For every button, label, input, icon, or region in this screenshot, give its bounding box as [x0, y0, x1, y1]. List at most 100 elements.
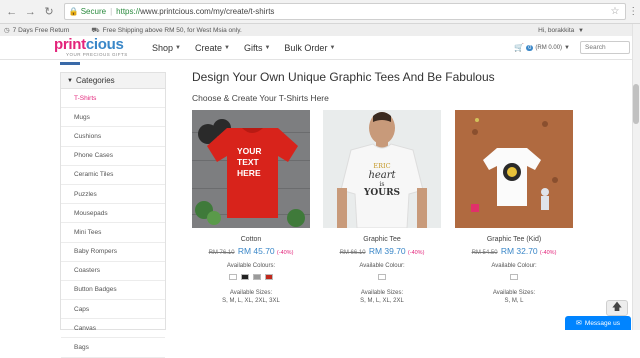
product-card[interactable]: Graphic Tee (Kid) RM 54.50 RM 32.70 (-40…: [455, 110, 573, 304]
page-scrollbar[interactable]: [632, 24, 640, 330]
nav-bulk-order[interactable]: Bulk Order ▼: [284, 43, 335, 53]
caret-down-icon: ▼: [67, 77, 73, 84]
product-card[interactable]: YOUR TEXT HERE Cotton RM 76.10 RM 45.70 …: [192, 110, 310, 304]
browser-menu-icon[interactable]: ⋮: [626, 6, 640, 17]
colour-swatch[interactable]: [241, 274, 249, 280]
product-image-cotton[interactable]: YOUR TEXT HERE: [192, 110, 310, 228]
truck-icon: ⛟: [91, 26, 100, 34]
chevron-down-icon: ▼: [264, 44, 271, 51]
nav-gifts-label: Gifts: [243, 42, 263, 53]
colour-swatch[interactable]: [229, 274, 237, 280]
search-placeholder: Search: [585, 44, 606, 51]
sidebar-item-mini-tees[interactable]: Mini Tees: [61, 223, 165, 243]
promo-bar: ◷ 7 Days Free Return ⛟ Free Shipping abo…: [0, 24, 640, 36]
bookmark-star-icon[interactable]: ☆: [610, 6, 619, 17]
product-image-kid-tee[interactable]: [455, 110, 573, 228]
free-shipping-notice: ⛟ Free Shipping above RM 50, for West Ms…: [91, 26, 241, 35]
colour-swatches: [323, 274, 441, 280]
sidebar-item-button-badges[interactable]: Button Badges: [61, 281, 165, 301]
kid-tee-flatlay-illustration: [471, 118, 558, 212]
sizes-label: Available Sizes:: [492, 290, 536, 296]
logo-part-cious: cious: [85, 35, 124, 53]
chevron-down-icon: ▼: [578, 27, 584, 34]
category-list: T-Shirts Mugs Cushions Phone Cases Ceramic T…: [61, 89, 165, 358]
colour-swatch[interactable]: [253, 274, 261, 280]
sidebar-item-mugs[interactable]: Mugs: [61, 108, 165, 128]
nav-gifts[interactable]: Gifts ▼: [244, 43, 270, 53]
free-return-text: 7 Days Free Return: [12, 26, 70, 34]
back-icon[interactable]: ←: [5, 5, 19, 19]
chevron-down-icon: ▼: [564, 44, 570, 51]
nav-bulk-order-label: Bulk Order: [284, 42, 328, 53]
printcious-logo[interactable]: printcious YOUR PRECIOUS GIFTS: [54, 36, 144, 59]
discount-badge: (-40%): [539, 250, 557, 256]
price-row: RM 54.50 RM 32.70 (-40%): [455, 246, 573, 256]
colour-swatch[interactable]: [378, 274, 386, 280]
scrollbar-thumb[interactable]: [633, 84, 639, 124]
categories-heading[interactable]: ▼ Categories: [61, 73, 165, 89]
plant-leaves: [287, 209, 305, 227]
chevron-down-icon: ▼: [224, 44, 230, 51]
secure-label: Secure: [80, 7, 107, 16]
cart-button[interactable]: 🛒 0 (RM 0.00) ▼: [514, 43, 570, 52]
graphic-line: heart: [368, 170, 396, 181]
colour-swatch[interactable]: [265, 274, 273, 280]
product-name[interactable]: Cotton: [192, 236, 310, 243]
colour-swatches: [192, 274, 310, 280]
chevron-down-icon: ▼: [175, 44, 181, 51]
sidebar-item-puzzles[interactable]: Puzzles: [61, 185, 165, 205]
sidebar-item-ceramic-tiles[interactable]: Ceramic Tiles: [61, 166, 165, 185]
sidebar-item-caps[interactable]: Caps: [61, 300, 165, 320]
nav-create[interactable]: Create ▼: [195, 43, 230, 53]
user-greeting-text: Hi, borakkita: [538, 26, 575, 34]
cart-icon: 🛒: [514, 43, 525, 52]
reload-icon[interactable]: ↻: [42, 5, 56, 19]
product-card[interactable]: ERIC heart is YOURS Graphic Tee RM 66.10…: [323, 110, 441, 304]
sidebar-item-phone-cases[interactable]: Phone Cases: [61, 147, 165, 166]
cork-texture: [542, 121, 548, 127]
sale-price: RM 32.70: [500, 246, 538, 256]
logo-tagline: YOUR PRECIOUS GIFTS: [66, 51, 128, 57]
forward-icon[interactable]: →: [24, 5, 38, 19]
messenger-chat-button[interactable]: ✉ Message us: [565, 316, 631, 330]
scroll-to-top-button[interactable]: 🡅: [606, 300, 628, 316]
plant-leaves: [207, 211, 221, 225]
logo-part-print: print: [54, 35, 86, 53]
cork-texture: [472, 129, 478, 135]
messenger-label: Message us: [584, 319, 620, 327]
url-separator: |: [110, 7, 113, 16]
colours-label: Available Colour:: [359, 263, 405, 269]
sidebar-item-canvas[interactable]: Canvas: [61, 319, 165, 339]
toy-robot: [541, 188, 549, 196]
user-greeting[interactable]: Hi, borakkita ▼: [538, 27, 584, 34]
lock-icon: 🔒: [68, 7, 79, 16]
sidebar-item-t-shirts[interactable]: T-Shirts: [61, 89, 165, 109]
sale-price: RM 39.70: [368, 246, 406, 256]
colour-swatches: [455, 274, 573, 280]
tee-print: [507, 167, 517, 177]
price-row: RM 66.10 RM 39.70 (-40%): [323, 246, 441, 256]
cart-total-value: RM 0.00: [537, 44, 561, 51]
product-name[interactable]: Graphic Tee (Kid): [455, 236, 573, 243]
product-name[interactable]: Graphic Tee: [323, 236, 441, 243]
search-input[interactable]: Search: [580, 41, 630, 54]
model-arm: [337, 188, 347, 228]
logo-wordmark: printcious: [54, 36, 124, 53]
url-scheme: https://: [116, 7, 141, 16]
colour-swatch[interactable]: [510, 274, 518, 280]
sale-price: RM 45.70: [237, 246, 275, 256]
sidebar-item-cushions[interactable]: Cushions: [61, 127, 165, 147]
sidebar-item-bags[interactable]: Bags: [61, 338, 165, 358]
nav-shop-label: Shop: [152, 42, 174, 53]
sidebar-item-mousepads[interactable]: Mousepads: [61, 204, 165, 224]
sidebar-item-baby-rompers[interactable]: Baby Rompers: [61, 243, 165, 262]
sizes-label: Available Sizes:: [360, 290, 404, 296]
sidebar-item-coasters[interactable]: Coasters: [61, 262, 165, 281]
address-bar[interactable]: 🔒 Secure | https://www.printcious.com/my…: [63, 3, 627, 20]
product-image-graphic-tee[interactable]: ERIC heart is YOURS: [323, 110, 441, 228]
nav-shop[interactable]: Shop ▼: [152, 43, 181, 53]
url-path: www.printcious.com/my/create/t-shirts: [140, 7, 275, 16]
decor-dot: [475, 118, 479, 122]
sizes-label: Available Sizes:: [229, 290, 273, 296]
shirt-text-line: TEXT: [237, 157, 259, 167]
